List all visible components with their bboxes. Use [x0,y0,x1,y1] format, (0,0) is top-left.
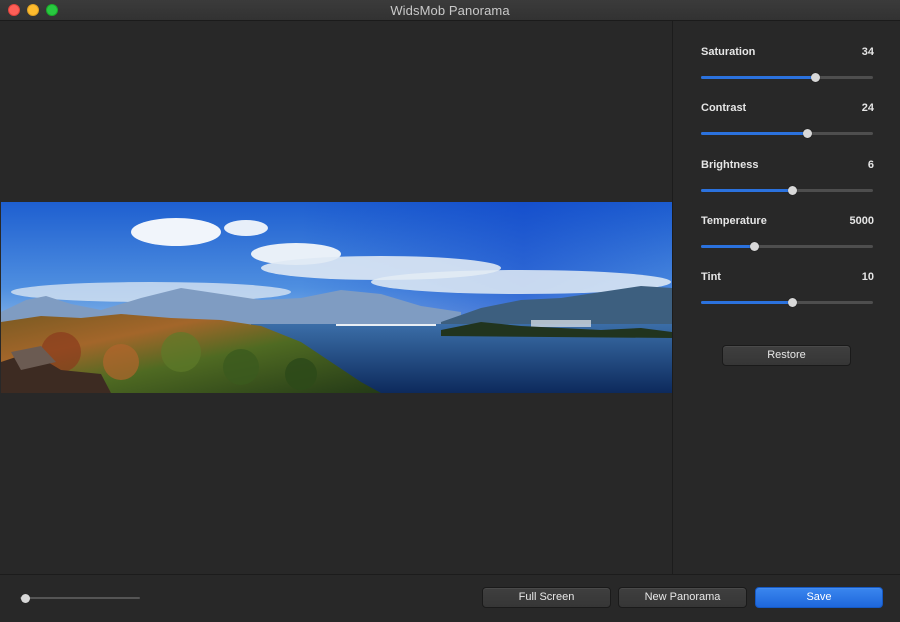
saturation-knob[interactable] [810,73,820,82]
saturation-value: 34 [861,46,874,58]
temperature-fill [701,245,755,248]
temperature-knob[interactable] [750,242,760,251]
saturation-label: Saturation [701,46,756,58]
panorama-picture [1,202,672,393]
brightness-track[interactable] [701,186,873,195]
saturation-fill [701,76,815,79]
full-screen-button[interactable]: Full Screen [482,587,611,608]
tint-knob[interactable] [788,298,798,307]
saturation-track[interactable] [701,73,873,82]
zoom-knob[interactable] [21,594,31,603]
brightness-knob[interactable] [788,186,798,195]
brightness-fill [701,189,793,192]
tint-value: 10 [861,271,874,283]
restore-button[interactable]: Restore [722,345,851,366]
bottom-toolbar: Full Screen New Panorama Save [0,574,900,622]
tint-fill [701,301,793,304]
contrast-label: Contrast [701,102,747,114]
brightness-label: Brightness [701,159,759,171]
contrast-slider[interactable]: Contrast 24 [701,102,874,142]
adjustments-panel: Saturation 34 Contrast 24 Brightness 6 T… [672,21,900,574]
contrast-fill [701,132,807,135]
preview-area [0,21,672,574]
contrast-value: 24 [861,102,874,114]
contrast-knob[interactable] [802,129,812,138]
temperature-slider[interactable]: Temperature 5000 [701,215,874,255]
window-title: WidsMob Panorama [390,3,510,18]
tint-label: Tint [701,271,721,283]
temperature-label: Temperature [701,215,767,227]
panorama-image[interactable] [1,202,672,393]
title-bar[interactable]: WidsMob Panorama [0,0,900,21]
save-button[interactable]: Save [755,587,883,608]
saturation-slider[interactable]: Saturation 34 [701,46,874,86]
tint-track[interactable] [701,298,873,307]
brightness-slider[interactable]: Brightness 6 [701,159,874,199]
app-window: WidsMob Panorama Saturation 34 Contrast … [0,0,900,622]
tint-slider[interactable]: Tint 10 [701,271,874,311]
zoom-slider[interactable] [20,594,140,603]
temperature-value: 5000 [849,215,874,227]
contrast-track[interactable] [701,129,873,138]
temperature-track[interactable] [701,242,873,251]
brightness-value: 6 [867,159,874,171]
new-panorama-button[interactable]: New Panorama [618,587,747,608]
